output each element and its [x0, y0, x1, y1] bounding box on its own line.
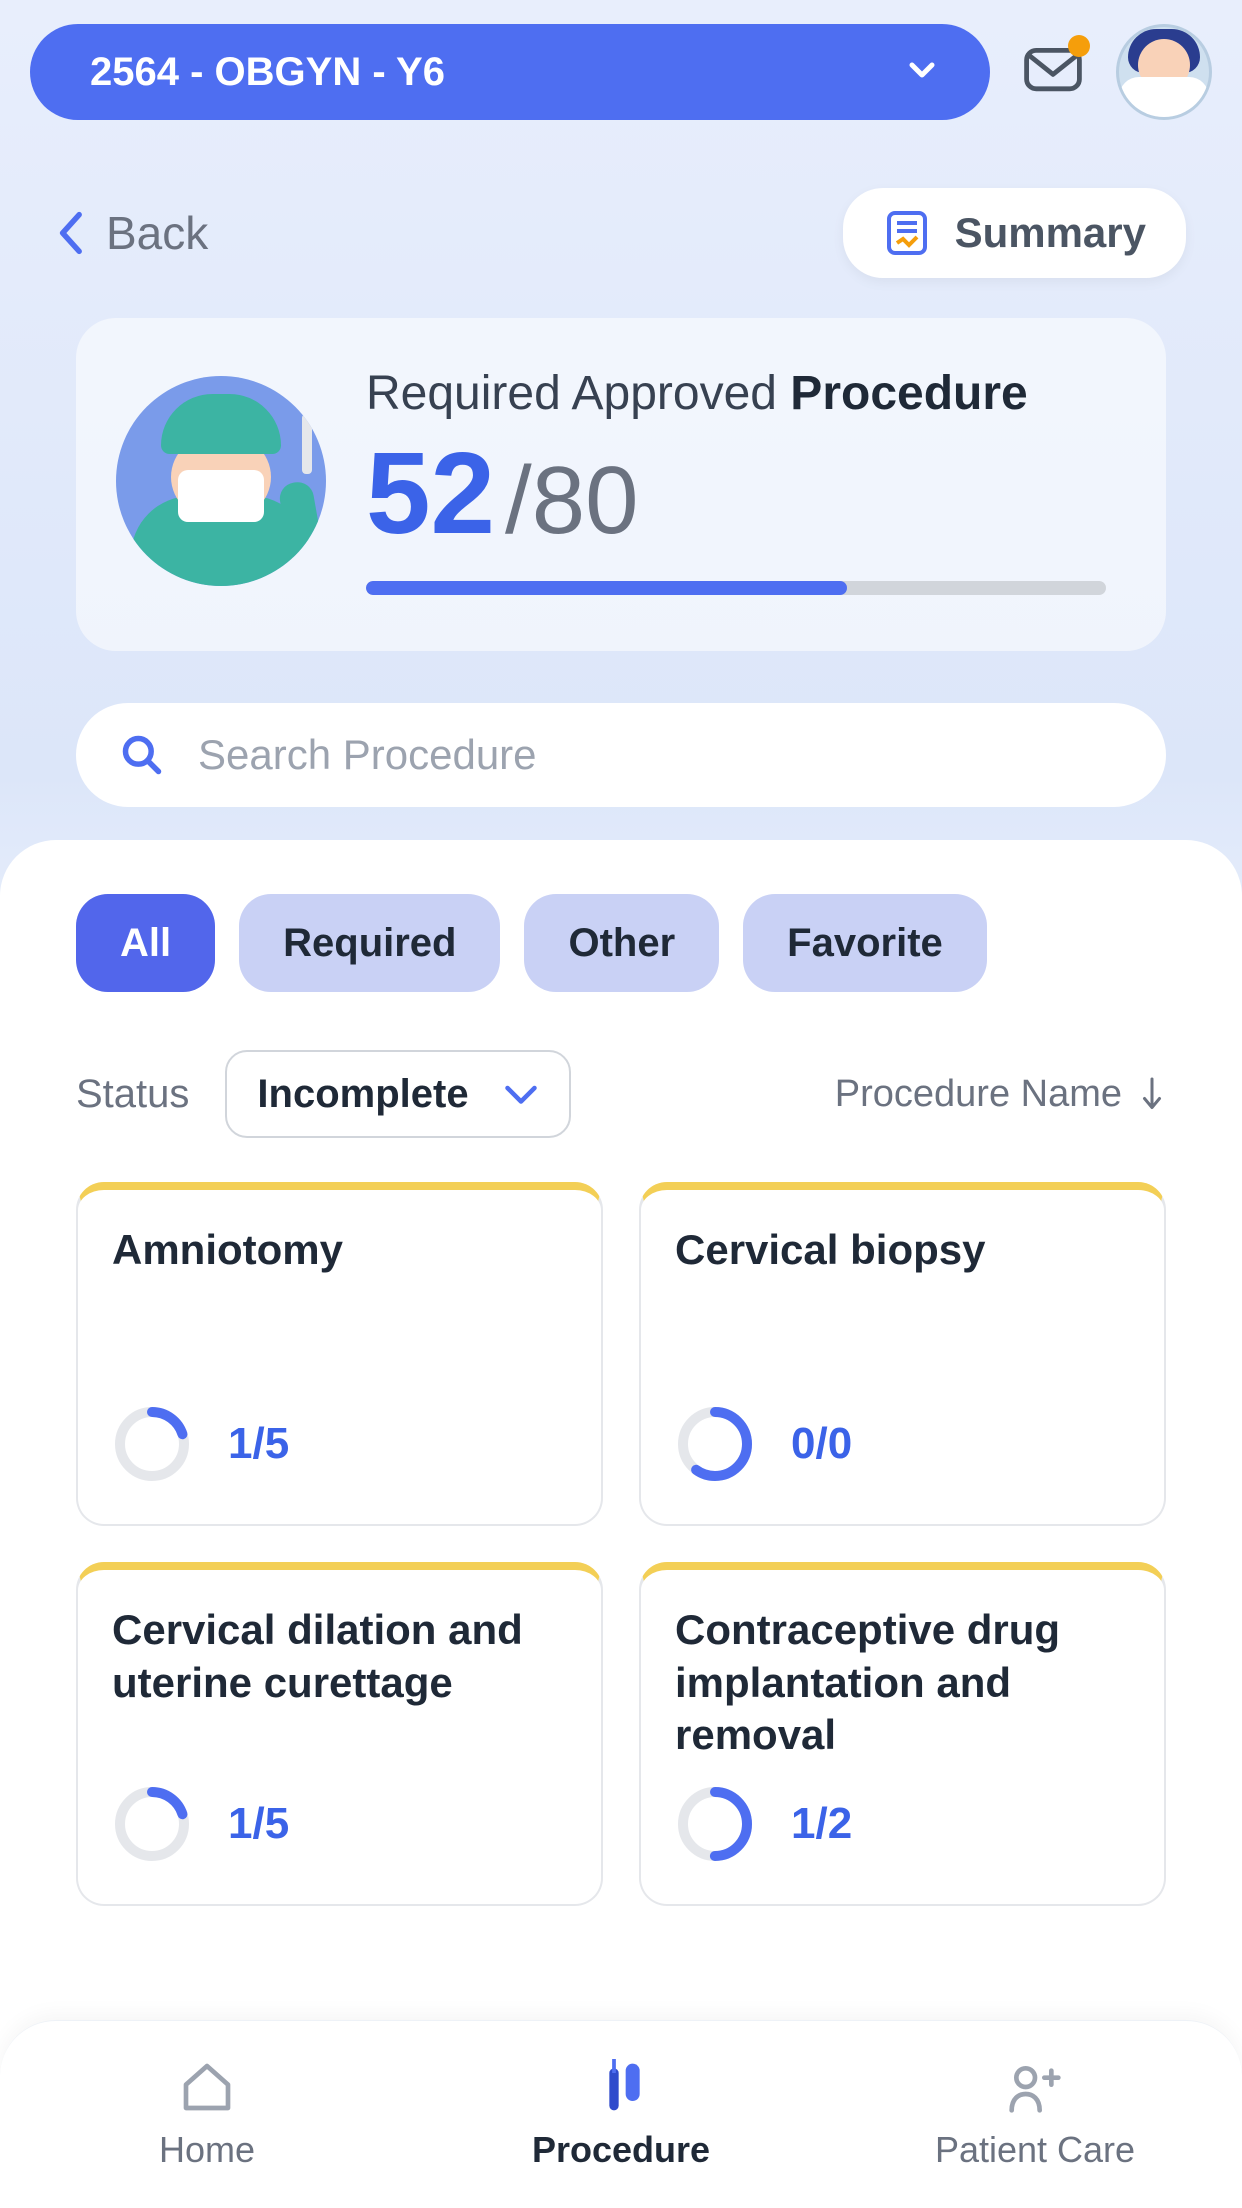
progress-card: Required Approved Procedure 52 /80	[76, 318, 1166, 651]
chip-all[interactable]: All	[76, 894, 215, 992]
chip-favorite[interactable]: Favorite	[743, 894, 987, 992]
progress-ring-icon	[675, 1784, 755, 1864]
nav-patient-care[interactable]: Patient Care	[828, 2021, 1242, 2208]
nav-label: Procedure	[532, 2129, 710, 2171]
sort-button[interactable]: Procedure Name	[835, 1073, 1166, 1116]
chevron-down-icon	[503, 1082, 539, 1106]
procedure-fraction: 0/0	[791, 1419, 852, 1469]
avatar-button[interactable]	[1116, 24, 1212, 120]
content-panel: All Required Other Favorite Status Incom…	[0, 840, 1242, 2208]
nav-procedure[interactable]: Procedure	[414, 2021, 828, 2208]
procedure-card[interactable]: Cervical biopsy 0/0	[639, 1182, 1166, 1526]
status-label: Status	[76, 1072, 189, 1117]
progress-bar	[366, 581, 1106, 595]
subheader: Back Summary	[0, 144, 1242, 278]
bottom-nav: Home Procedure Patient Care	[0, 2020, 1242, 2208]
nav-label: Home	[159, 2129, 255, 2171]
summary-icon	[883, 209, 931, 257]
progress-title: Required Approved Procedure	[366, 366, 1106, 421]
search-bar[interactable]	[76, 703, 1166, 807]
procedure-name: Cervical biopsy	[675, 1224, 1130, 1277]
progress-ring-icon	[675, 1404, 755, 1484]
chip-required[interactable]: Required	[239, 894, 500, 992]
chip-other[interactable]: Other	[524, 894, 719, 992]
progress-ring-icon	[112, 1404, 192, 1484]
procedure-card[interactable]: Contraceptive drug implantation and remo…	[639, 1562, 1166, 1906]
filter-chips: All Required Other Favorite	[76, 894, 1166, 992]
summary-button[interactable]: Summary	[843, 188, 1186, 278]
procedure-card[interactable]: Cervical dilation and uterine curettage …	[76, 1562, 603, 1906]
status-row: Status Incomplete Procedure Name	[76, 1050, 1166, 1138]
procedure-name: Cervical dilation and uterine curettage	[112, 1604, 567, 1709]
program-label: 2564 - OBGYN - Y6	[90, 50, 445, 95]
syringe-icon	[589, 2059, 653, 2115]
summary-label: Summary	[955, 209, 1146, 257]
procedure-name: Amniotomy	[112, 1224, 567, 1277]
progress-info: Required Approved Procedure 52 /80	[366, 366, 1106, 595]
search-icon	[120, 733, 164, 777]
sort-label: Procedure Name	[835, 1073, 1122, 1116]
search-input[interactable]	[198, 731, 1122, 779]
mail-button[interactable]	[1022, 41, 1084, 103]
procedure-fraction: 1/2	[791, 1799, 852, 1849]
arrow-down-icon	[1138, 1076, 1166, 1112]
patient-care-icon	[1003, 2059, 1067, 2115]
status-dropdown[interactable]: Incomplete	[225, 1050, 570, 1138]
nav-home[interactable]: Home	[0, 2021, 414, 2208]
back-button[interactable]: Back	[56, 206, 208, 260]
progress-ring-icon	[112, 1784, 192, 1864]
home-icon	[175, 2059, 239, 2115]
header: 2564 - OBGYN - Y6	[0, 0, 1242, 144]
chevron-down-icon	[902, 50, 942, 95]
procedure-name: Contraceptive drug implantation and remo…	[675, 1604, 1130, 1762]
progress-total: /80	[505, 453, 638, 549]
procedure-fraction: 1/5	[228, 1419, 289, 1469]
notification-dot-icon	[1068, 35, 1090, 57]
procedure-fraction: 1/5	[228, 1799, 289, 1849]
chevron-left-icon	[56, 211, 84, 255]
nav-label: Patient Care	[935, 2129, 1135, 2171]
program-selector[interactable]: 2564 - OBGYN - Y6	[30, 24, 990, 120]
procedure-card[interactable]: Amniotomy 1/5	[76, 1182, 603, 1526]
progress-current: 52	[366, 435, 495, 551]
surgeon-icon	[116, 376, 326, 586]
progress-bar-fill	[366, 581, 847, 595]
status-value: Incomplete	[257, 1072, 468, 1117]
back-label: Back	[106, 206, 208, 260]
procedure-grid: Amniotomy 1/5 Cervical biopsy 0/0 Cervic…	[76, 1182, 1166, 1906]
